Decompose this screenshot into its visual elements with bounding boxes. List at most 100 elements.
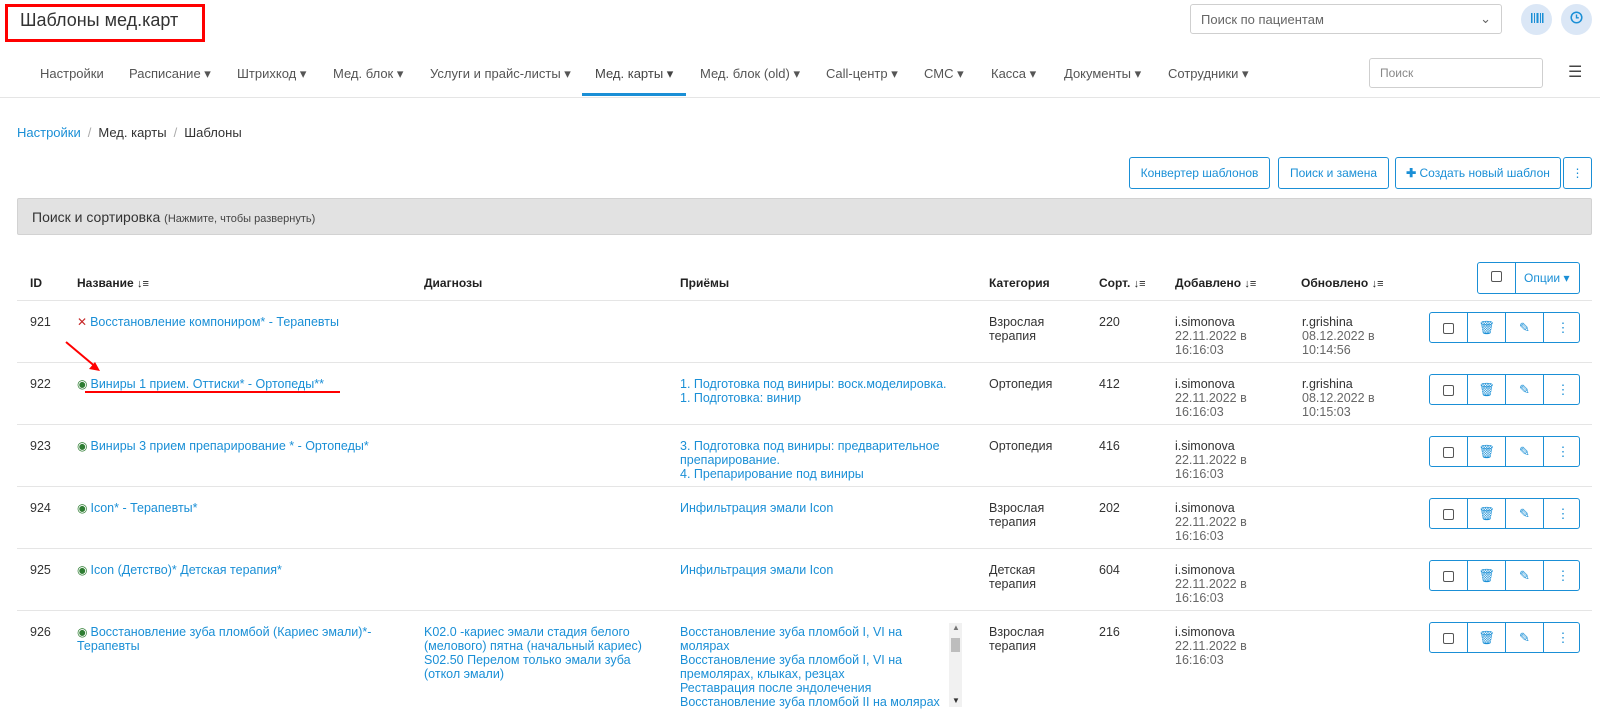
trash-icon[interactable]: 🗑 xyxy=(1468,375,1506,404)
template-link[interactable]: Icon* - Терапевты* xyxy=(90,501,197,515)
nav-item-call-center[interactable]: Call-центр ▾ xyxy=(826,66,898,82)
eye-icon: ◉ xyxy=(77,501,88,515)
template-link[interactable]: Восстановление компониром* - Терапевты xyxy=(90,315,339,329)
row-receptions[interactable]: Восстановление зуба пломбой I, VI на мол… xyxy=(680,625,942,711)
row-receptions[interactable]: 1. Подготовка под виниры: воск.моделиров… xyxy=(680,377,952,405)
search-panel-title: Поиск и сортировка xyxy=(32,209,161,225)
nav-item-settings[interactable]: Настройки xyxy=(40,66,104,81)
added-by: i.simonova xyxy=(1175,439,1235,453)
kebab-icon[interactable]: ⋮ xyxy=(1544,623,1582,652)
col-name-label: Название xyxy=(77,276,134,290)
added-date: 22.11.2022 в 16:16:03 xyxy=(1175,515,1247,543)
row-checkbox[interactable] xyxy=(1430,437,1468,466)
scrollbar[interactable]: ▲ ▼ xyxy=(949,623,962,707)
template-link[interactable]: Виниры 1 прием. Оттиски* - Ортопеды** xyxy=(90,377,323,391)
added-date: 22.11.2022 в 16:16:03 xyxy=(1175,577,1247,605)
patient-search-select[interactable]: Поиск по пациентам ⌄ xyxy=(1190,4,1502,34)
col-added[interactable]: Добавлено ↓≡ xyxy=(1175,276,1256,290)
eye-icon: ◉ xyxy=(77,439,88,453)
nav-item-documents[interactable]: Документы ▾ xyxy=(1064,66,1141,82)
trash-icon[interactable]: 🗑 xyxy=(1468,313,1506,342)
row-checkbox[interactable] xyxy=(1430,499,1468,528)
row-name[interactable]: ◉ Виниры 3 прием препарирование * - Ортоп… xyxy=(77,439,407,453)
col-id: ID xyxy=(30,276,42,290)
table-row: 924 ◉ Icon* - Терапевты* Инфильтрация эма… xyxy=(17,486,1592,548)
nav-item-services[interactable]: Услуги и прайс-листы ▾ xyxy=(430,66,571,82)
kebab-icon[interactable]: ⋮ xyxy=(1544,313,1582,342)
annotation-underline xyxy=(85,391,340,393)
kebab-icon[interactable]: ⋮ xyxy=(1544,561,1582,590)
chevron-down-icon: ⌄ xyxy=(1480,11,1491,26)
row-checkbox[interactable] xyxy=(1430,313,1468,342)
table-row: 925 ◉ Icon (Детство)* Детская терапия* Ин… xyxy=(17,548,1592,610)
nav-item-schedule[interactable]: Расписание ▾ xyxy=(129,66,211,82)
nav-item-employees[interactable]: Сотрудники ▾ xyxy=(1168,66,1249,82)
edit-icon[interactable]: ✎ xyxy=(1506,375,1544,404)
row-actions: 🗑 ✎ ⋮ xyxy=(1429,312,1580,343)
row-added: i.simonova 22.11.2022 в 16:16:03 xyxy=(1175,625,1275,667)
row-checkbox[interactable] xyxy=(1430,375,1468,404)
edit-icon[interactable]: ✎ xyxy=(1506,623,1544,652)
col-sort[interactable]: Сорт. ↓≡ xyxy=(1099,276,1146,290)
added-by: i.simonova xyxy=(1175,315,1235,329)
trash-icon[interactable]: 🗑 xyxy=(1468,561,1506,590)
page-title: Шаблоны мед.карт xyxy=(5,4,205,42)
breadcrumb-settings[interactable]: Настройки xyxy=(17,125,81,140)
plus-icon: ✚ xyxy=(1406,166,1417,180)
nav-item-cash[interactable]: Касса ▾ xyxy=(991,66,1036,82)
row-name[interactable]: ◉ Icon (Детство)* Детская терапия* xyxy=(77,563,407,577)
annotation-arrow-icon xyxy=(65,341,100,371)
row-actions: 🗑 ✎ ⋮ xyxy=(1429,374,1580,405)
row-name[interactable]: ◉ Восстановление зуба пломбой (Кариес эма… xyxy=(77,625,407,653)
row-checkbox[interactable] xyxy=(1430,623,1468,652)
trash-icon[interactable]: 🗑 xyxy=(1468,437,1506,466)
kebab-icon[interactable]: ⋮ xyxy=(1544,437,1582,466)
row-sort: 604 xyxy=(1099,563,1120,577)
more-options-button[interactable]: ⋮ xyxy=(1563,157,1592,189)
row-id: 922 xyxy=(30,377,51,391)
col-name[interactable]: Название ↓≡ xyxy=(77,276,149,290)
nav-item-sms[interactable]: СМС ▾ xyxy=(924,66,964,82)
row-id: 923 xyxy=(30,439,51,453)
row-name[interactable]: ✕ Восстановление компониром* - Терапевты xyxy=(77,315,407,329)
options-dropdown[interactable]: Опции ▾ xyxy=(1524,271,1569,285)
added-by: i.simonova xyxy=(1175,377,1235,391)
template-link[interactable]: Icon (Детство)* Детская терапия* xyxy=(90,563,281,577)
row-receptions[interactable]: 3. Подготовка под виниры: предварительно… xyxy=(680,439,952,481)
search-sort-panel[interactable]: Поиск и сортировка (Нажмите, чтобы разве… xyxy=(17,198,1592,235)
added-by: i.simonova xyxy=(1175,625,1235,639)
patient-search-placeholder: Поиск по пациентам xyxy=(1201,12,1324,27)
added-by: i.simonova xyxy=(1175,501,1235,515)
select-all-checkbox[interactable] xyxy=(1478,263,1516,293)
row-name[interactable]: ◉ Icon* - Терапевты* xyxy=(77,501,407,515)
edit-icon[interactable]: ✎ xyxy=(1506,561,1544,590)
row-receptions[interactable]: Инфильтрация эмали Icon xyxy=(680,563,952,577)
nav-item-med-block[interactable]: Мед. блок ▾ xyxy=(333,66,403,82)
nav-item-barcode[interactable]: Штрихкод ▾ xyxy=(237,66,306,82)
kebab-icon[interactable]: ⋮ xyxy=(1544,375,1582,404)
create-template-button[interactable]: ✚ Создать новый шаблон xyxy=(1395,157,1561,189)
row-name[interactable]: ◉ Виниры 1 прием. Оттиски* - Ортопеды** xyxy=(77,377,407,391)
barcode-icon[interactable] xyxy=(1521,4,1552,35)
row-diagnoses[interactable]: K02.0 -кариес эмали стадия белого (мелов… xyxy=(424,625,654,681)
edit-icon[interactable]: ✎ xyxy=(1506,437,1544,466)
edit-icon[interactable]: ✎ xyxy=(1506,313,1544,342)
header: Шаблоны мед.карт Поиск по пациентам ⌄ xyxy=(0,0,1600,46)
menu-icon[interactable]: ☰ xyxy=(1568,62,1582,82)
row-checkbox[interactable] xyxy=(1430,561,1468,590)
trash-icon[interactable]: 🗑 xyxy=(1468,623,1506,652)
row-updated: r.grishina 08.12.2022 в 10:14:56 xyxy=(1302,315,1402,357)
nav-item-med-block-old[interactable]: Мед. блок (old) ▾ xyxy=(700,66,800,82)
row-receptions[interactable]: Инфильтрация эмали Icon xyxy=(680,501,952,515)
template-converter-button[interactable]: Конвертер шаблонов xyxy=(1129,157,1270,189)
kebab-icon[interactable]: ⋮ xyxy=(1544,499,1582,528)
trash-icon[interactable]: 🗑 xyxy=(1468,499,1506,528)
nav-search-input[interactable]: Поиск xyxy=(1369,58,1543,88)
clock-icon[interactable] xyxy=(1561,4,1592,35)
nav-item-med-cards[interactable]: Мед. карты ▾ xyxy=(595,66,673,82)
edit-icon[interactable]: ✎ xyxy=(1506,499,1544,528)
search-replace-button[interactable]: Поиск и замена xyxy=(1278,157,1389,189)
col-updated[interactable]: Обновлено ↓≡ xyxy=(1301,276,1384,290)
template-link[interactable]: Виниры 3 прием препарирование * - Ортопе… xyxy=(90,439,368,453)
template-link[interactable]: Восстановление зуба пломбой (Кариес эмал… xyxy=(77,625,371,653)
